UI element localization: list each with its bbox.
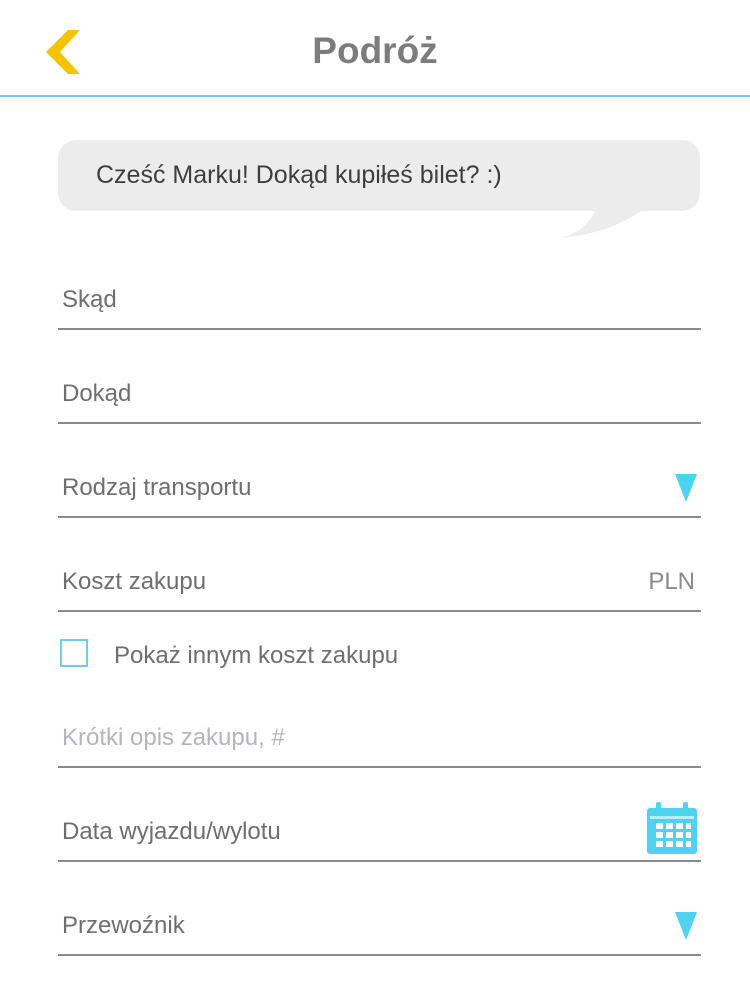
app-header: Podróż	[0, 0, 750, 97]
cost-field[interactable]: Koszt zakupu PLN	[58, 552, 701, 612]
calendar-icon[interactable]	[647, 802, 697, 854]
to-placeholder: Dokąd	[62, 380, 132, 407]
show-cost-label: Pokaż innym koszt zakupu	[114, 642, 399, 669]
cost-placeholder: Koszt zakupu	[62, 568, 207, 595]
show-cost-checkbox[interactable]	[60, 639, 88, 667]
page-title: Podróż	[312, 30, 438, 71]
description-field[interactable]: Krótki opis zakupu, #	[58, 708, 701, 768]
dropdown-arrow-icon[interactable]	[675, 474, 697, 502]
from-placeholder: Skąd	[62, 286, 117, 313]
description-placeholder: Krótki opis zakupu, #	[62, 724, 285, 751]
dropdown-arrow-icon[interactable]	[675, 912, 697, 940]
currency-label: PLN	[648, 568, 695, 595]
show-cost-row[interactable]: Pokaż innym koszt zakupu	[58, 638, 701, 670]
date-placeholder: Data wyjazdu/wylotu	[62, 818, 281, 845]
date-field[interactable]: Data wyjazdu/wylotu	[58, 802, 701, 862]
from-field[interactable]: Skąd	[58, 270, 701, 330]
carrier-select[interactable]: Przewoźnik	[58, 896, 701, 956]
to-field[interactable]: Dokąd	[58, 364, 701, 424]
transport-type-select[interactable]: Rodzaj transportu	[58, 458, 701, 518]
greeting-text: Cześć Marku! Dokąd kupiłeś bilet? :)	[96, 161, 502, 189]
transport-placeholder: Rodzaj transportu	[62, 474, 252, 501]
greeting-bubble: Cześć Marku! Dokąd kupiłeś bilet? :)	[58, 140, 700, 211]
carrier-placeholder: Przewoźnik	[62, 912, 185, 939]
